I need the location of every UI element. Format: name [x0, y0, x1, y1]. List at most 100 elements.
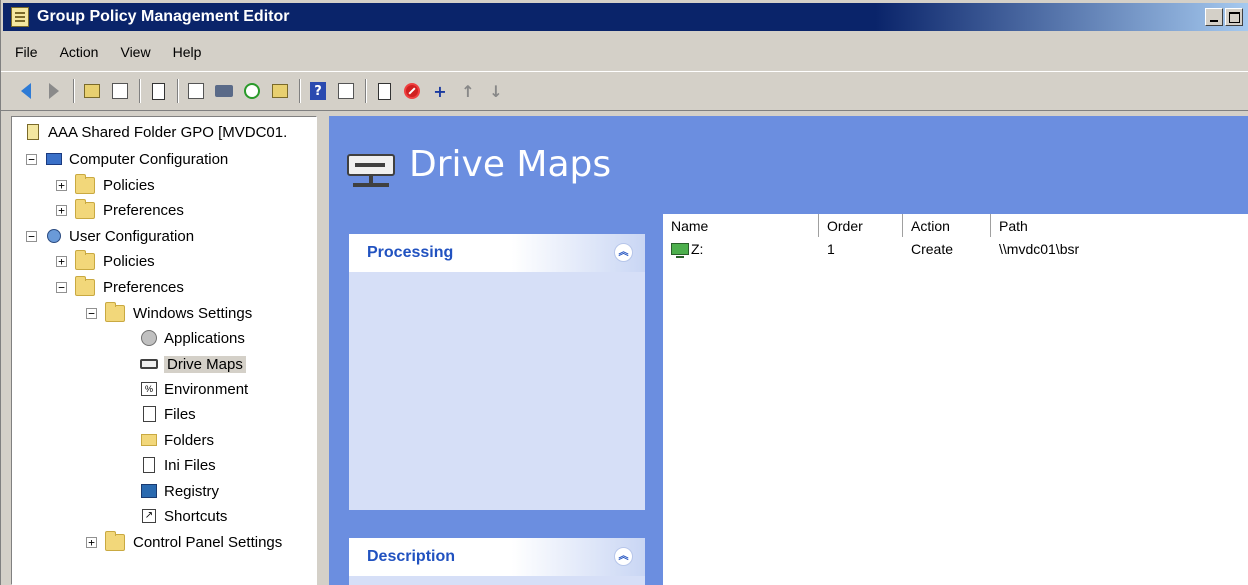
processing-panel-header[interactable]: Processing ︽ — [349, 234, 645, 272]
menu-action[interactable]: Action — [60, 44, 99, 60]
tree-environment[interactable]: % Environment — [140, 378, 248, 400]
gpo-icon — [24, 123, 42, 141]
processing-panel: Processing ︽ — [349, 234, 645, 510]
print-button[interactable] — [213, 80, 235, 102]
column-name[interactable]: Name — [663, 214, 819, 237]
drive-map-icon — [140, 355, 158, 373]
menu-help[interactable]: Help — [173, 44, 202, 60]
console-tree[interactable]: AAA Shared Folder GPO [MVDC01. − Compute… — [11, 116, 317, 585]
folders-icon — [140, 431, 158, 449]
drive-maps-label: Drive Maps — [164, 355, 246, 373]
registry-icon — [140, 482, 158, 500]
folders-label: Folders — [164, 431, 215, 449]
description-title: Description — [367, 548, 456, 565]
tree-root[interactable]: AAA Shared Folder GPO [MVDC01. — [24, 121, 287, 143]
properties-button[interactable] — [147, 80, 169, 102]
move-up-button[interactable]: ↑ — [457, 80, 479, 102]
row-name-cell: Z: — [663, 241, 819, 258]
cd-icon — [140, 329, 158, 347]
toolbar-separator — [139, 79, 141, 103]
collapse-icon[interactable]: − — [26, 153, 37, 165]
collapse-icon[interactable]: − — [26, 230, 37, 242]
environment-icon: % — [140, 380, 158, 398]
folder-icon — [75, 275, 95, 296]
tree-control-panel-settings[interactable]: + Control Panel Settings — [86, 530, 283, 553]
refresh-button[interactable] — [241, 80, 263, 102]
move-down-button[interactable]: ↓ — [485, 80, 507, 102]
tree-user-configuration[interactable]: − User Configuration — [26, 225, 194, 247]
collapse-chevron-icon[interactable]: ︽ — [614, 547, 633, 566]
tree-drive-maps[interactable]: Drive Maps — [140, 353, 246, 375]
expand-icon[interactable]: + — [56, 204, 67, 216]
column-path[interactable]: Path — [991, 214, 1248, 237]
list-item[interactable]: Z: 1 Create \\mvdc01\bsr — [663, 237, 1248, 261]
mapped-drive-icon — [671, 243, 689, 258]
add-button[interactable]: + — [429, 80, 451, 102]
tree-computer-configuration[interactable]: − Computer Configuration — [26, 148, 228, 170]
tree-ini-files[interactable]: Ini Files — [140, 454, 216, 476]
back-arrow-icon — [21, 83, 31, 99]
tree-folders[interactable]: Folders — [140, 429, 214, 451]
menu-view[interactable]: View — [120, 44, 150, 60]
copy-button[interactable] — [185, 80, 207, 102]
export-list-button[interactable] — [269, 80, 291, 102]
row-path: \\mvdc01\bsr — [999, 241, 1080, 257]
expand-icon[interactable]: + — [56, 255, 67, 267]
maximize-button[interactable] — [1225, 8, 1243, 26]
tree-uc-policies[interactable]: + Policies — [56, 249, 155, 272]
tree-applications[interactable]: Applications — [140, 327, 245, 349]
column-order[interactable]: Order — [819, 214, 903, 237]
drive-maps-list[interactable]: Name Order Action Path Z: 1 Create \\mvd… — [663, 214, 1248, 585]
folder-icon — [75, 249, 95, 270]
description-panel: Description ︽ — [349, 538, 645, 585]
title-bar[interactable]: Group Policy Management Editor — [3, 3, 1248, 31]
plus-icon: + — [433, 81, 447, 101]
tree-uc-preferences[interactable]: − Preferences — [56, 275, 184, 298]
processing-title: Processing — [367, 244, 454, 261]
collapse-chevron-icon[interactable]: ︽ — [614, 243, 633, 262]
tree-windows-settings[interactable]: − Windows Settings — [86, 301, 252, 324]
minimize-button[interactable] — [1205, 8, 1223, 26]
stop-button[interactable] — [401, 80, 423, 102]
expand-icon[interactable]: + — [86, 536, 97, 548]
action-pane-button[interactable] — [335, 80, 357, 102]
back-button[interactable] — [15, 80, 37, 102]
column-action[interactable]: Action — [903, 214, 991, 237]
tree-shortcuts[interactable]: ↗ Shortcuts — [140, 505, 227, 527]
tree-files[interactable]: Files — [140, 403, 196, 425]
refresh-icon — [244, 83, 260, 99]
control-panel-settings-label: Control Panel Settings — [133, 533, 283, 551]
copy-icon — [188, 83, 204, 99]
up-level-button[interactable] — [81, 80, 103, 102]
shortcuts-label: Shortcuts — [164, 507, 228, 525]
show-hide-tree-button[interactable] — [109, 80, 131, 102]
shortcut-icon: ↗ — [140, 507, 158, 525]
user-configuration-label: User Configuration — [69, 227, 195, 245]
new-item-button[interactable] — [373, 80, 395, 102]
printer-icon — [215, 85, 233, 97]
row-action: Create — [911, 241, 954, 257]
tree-cc-policies[interactable]: + Policies — [56, 173, 155, 196]
stop-icon — [404, 83, 420, 99]
toolbar-separator — [299, 79, 301, 103]
window-title: Group Policy Management Editor — [37, 8, 290, 25]
computer-icon — [45, 150, 63, 168]
details-pane: Drive Maps Processing ︽ Description ︽ Na… — [327, 116, 1248, 585]
collapse-icon[interactable]: − — [86, 307, 97, 319]
tree-cc-preferences[interactable]: + Preferences — [56, 198, 184, 221]
toolbar-separator — [365, 79, 367, 103]
forward-arrow-icon — [49, 83, 59, 99]
list-header: Name Order Action Path — [663, 214, 1248, 237]
computer-configuration-label: Computer Configuration — [69, 150, 229, 168]
tree-registry[interactable]: Registry — [140, 480, 219, 502]
menu-bar: File Action View Help — [1, 38, 1248, 66]
app-window: Group Policy Management Editor File Acti… — [0, 0, 1248, 585]
forward-button[interactable] — [43, 80, 65, 102]
description-panel-header[interactable]: Description ︽ — [349, 538, 645, 576]
toolbar-separator — [177, 79, 179, 103]
help-button[interactable]: ? — [307, 80, 329, 102]
menu-file[interactable]: File — [15, 44, 38, 60]
toolbar: ? + ↑ ↓ — [1, 71, 1248, 111]
collapse-icon[interactable]: − — [56, 281, 67, 293]
expand-icon[interactable]: + — [56, 179, 67, 191]
